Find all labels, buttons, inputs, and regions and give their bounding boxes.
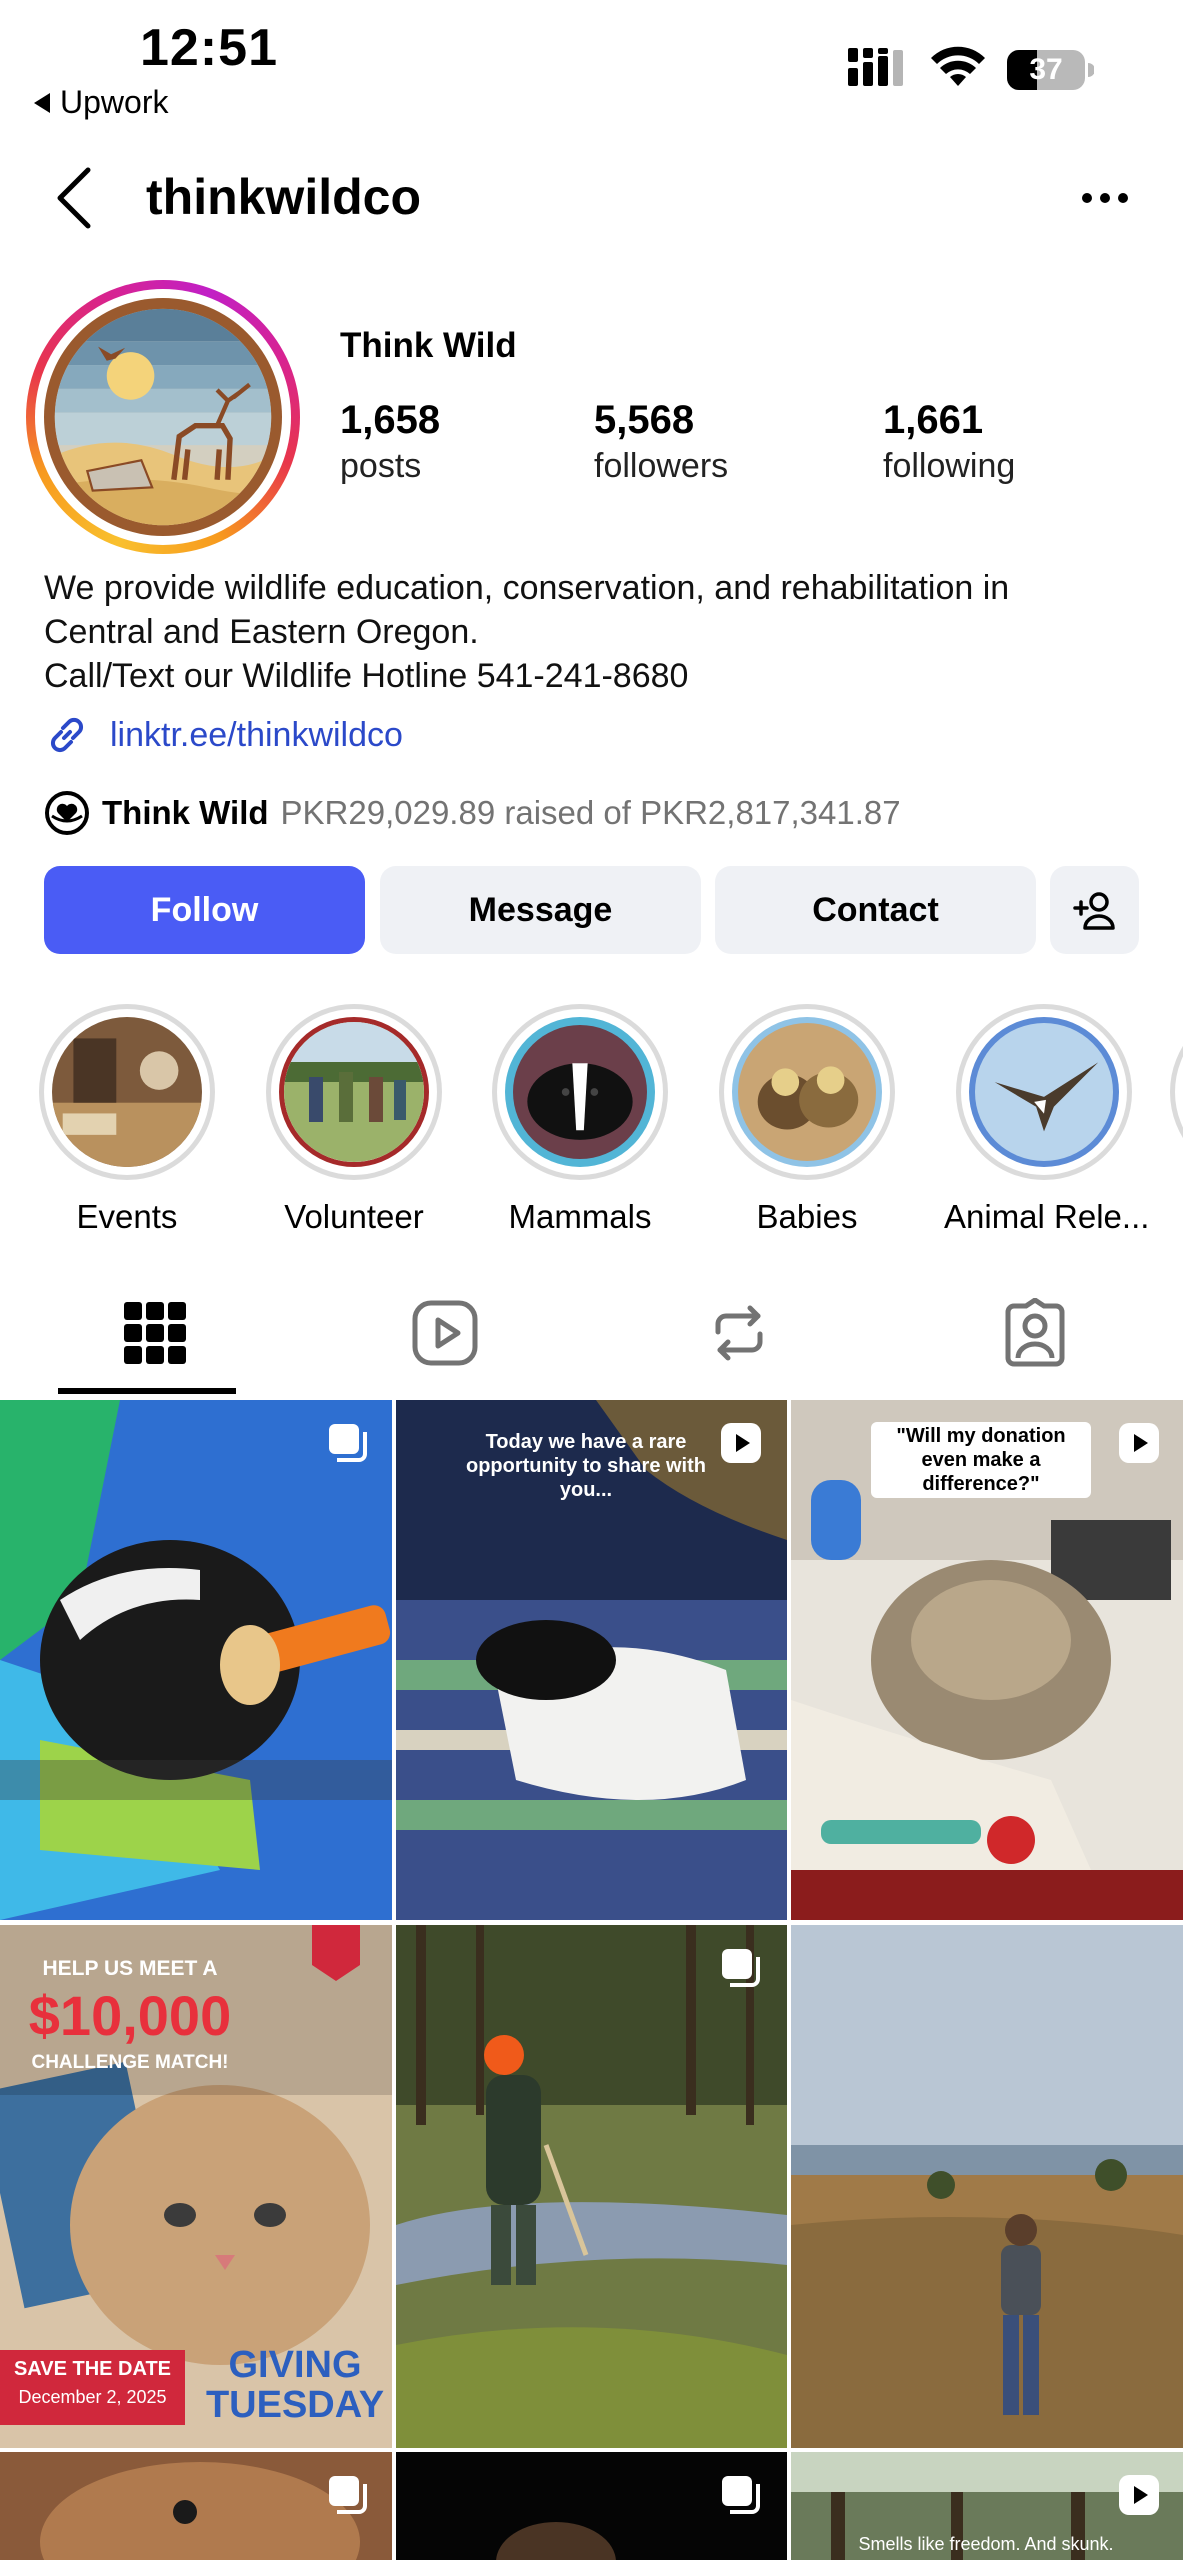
highlight-mammals[interactable]: Mammals (491, 1004, 669, 1236)
post-tile[interactable] (791, 1925, 1183, 2448)
post-tile[interactable] (396, 2452, 787, 2560)
link-icon (50, 717, 84, 753)
post-landscape-image (791, 1925, 1183, 2448)
post-text-giving: GIVING (228, 2344, 362, 2386)
post-skunk-image (0, 1400, 392, 1920)
highlight-animal-release-thumbnail (969, 1017, 1119, 1167)
status-time: 12:51 (140, 19, 278, 77)
post-tile[interactable]: Today we have a rare opportunity to shar… (396, 1400, 787, 1920)
bio-line: We provide wildlife education, conservat… (44, 569, 1010, 607)
posts-count[interactable]: 1,658 posts (340, 396, 440, 488)
fundraiser-amount: PKR29,029.89 raised of PKR2,817,341.87 (280, 794, 901, 831)
post-caption-overlay: "Will my donation even make a difference… (871, 1422, 1091, 1498)
reel-play-icon (1119, 2475, 1159, 2515)
follow-button[interactable]: Follow (44, 866, 365, 954)
highlight-events[interactable]: Events (38, 1004, 216, 1236)
highlight-events-thumbnail (52, 1017, 202, 1167)
bio-line: Call/Text our Wildlife Hotline 541-241-8… (44, 657, 689, 695)
highlight-babies-thumbnail (732, 1017, 882, 1167)
highlight-volunteer[interactable]: Volunteer (265, 1004, 443, 1236)
post-tile[interactable]: HELP US MEET A $10,000 CHALLENGE MATCH! … (0, 1925, 392, 2448)
post-text-tuesday: TUESDAY (205, 2384, 385, 2426)
post-text-date: December 2, 2025 (18, 2387, 167, 2407)
wifi-icon (931, 46, 985, 86)
highlight-label: Events (76, 1198, 178, 1235)
stat-value: 5,568 (594, 398, 695, 442)
cellular-signal-icon (848, 48, 903, 86)
back-app-label: Upwork (60, 84, 169, 120)
bio-line: Central and Eastern Oregon. (44, 613, 479, 651)
post-text-save-date: SAVE THE DATE (13, 2358, 172, 2380)
fundraiser-heart-icon (45, 791, 89, 835)
profile-username: thinkwildco (146, 169, 421, 225)
battery-indicator: 37 (1006, 48, 1095, 92)
highlight-mammals-thumbnail (505, 1017, 655, 1167)
reel-play-icon (1119, 1423, 1159, 1463)
battery-percent: 37 (1029, 53, 1063, 86)
post-caption-overlay: Smells like freedom. And skunk. (858, 2534, 1114, 2554)
back-triangle-icon (34, 92, 50, 113)
following-count[interactable]: 1,661 following (883, 396, 1015, 488)
post-text-line: HELP US MEET A (42, 1957, 218, 1980)
grid-icon[interactable] (120, 1298, 190, 1368)
post-tile[interactable]: "Will my donation even make a difference… (791, 1400, 1183, 1920)
back-to-app-link[interactable]: Upwork (34, 84, 168, 121)
stat-label: followers (594, 447, 729, 485)
highlight-label: Mammals (508, 1198, 652, 1235)
stat-label: posts (340, 447, 422, 485)
message-button[interactable]: Message (380, 866, 701, 954)
carousel-icon (329, 2476, 367, 2514)
post-caption-overlay: Today we have a rare opportunity to shar… (466, 1431, 706, 1501)
more-options-icon[interactable] (1080, 186, 1130, 210)
carousel-icon (329, 1424, 367, 1462)
add-person-icon (1072, 892, 1115, 930)
followers-count[interactable]: 5,568 followers (594, 396, 728, 488)
highlight-babies[interactable]: Babies (718, 1004, 896, 1236)
stat-value: 1,658 (340, 398, 441, 442)
fundraiser-org: Think Wild (102, 794, 269, 831)
carousel-icon (722, 2476, 760, 2514)
link-text: linktr.ee/thinkwildco (110, 715, 403, 754)
highlight-label: Animal Rele... (944, 1198, 1150, 1235)
reposts-icon[interactable] (704, 1298, 774, 1368)
profile-avatar[interactable] (26, 280, 300, 554)
stat-value: 1,661 (883, 398, 984, 442)
highlight-animal-release[interactable]: Animal Rele... (944, 1004, 1150, 1236)
post-text-line: CHALLENGE MATCH! (31, 2052, 229, 2073)
profile-bio: We provide wildlife education, conservat… (44, 566, 1154, 698)
highlight-label: Babies (756, 1198, 858, 1235)
post-tile[interactable] (396, 1925, 787, 2448)
reels-icon[interactable] (410, 1298, 480, 1368)
suggested-users-button[interactable] (1050, 866, 1139, 954)
back-arrow-icon[interactable] (52, 166, 96, 230)
post-text-amount: $10,000 (28, 1984, 232, 2047)
highlight-label: Volunteer (284, 1198, 424, 1235)
contact-button[interactable]: Contact (715, 866, 1036, 954)
profile-display-name: Think Wild (340, 326, 517, 365)
highlight-volunteer-thumbnail (279, 1017, 429, 1167)
highlight-partial[interactable] (1170, 1004, 1183, 1180)
reel-play-icon (721, 1423, 761, 1463)
stat-label: following (883, 447, 1016, 485)
fundraiser-row[interactable]: Think Wild PKR29,029.89 raised of PKR2,8… (44, 790, 901, 836)
post-field-work-image (396, 1925, 787, 2448)
post-tile[interactable] (0, 1400, 392, 1920)
post-tile[interactable]: Smells like freedom. And skunk. (791, 2452, 1183, 2560)
active-tab-indicator (58, 1388, 236, 1394)
think-wild-logo (44, 298, 282, 536)
profile-link[interactable]: linktr.ee/thinkwildco (44, 712, 403, 758)
tagged-icon[interactable] (1000, 1298, 1070, 1368)
carousel-icon (722, 1949, 760, 1987)
post-tile[interactable] (0, 2452, 392, 2560)
